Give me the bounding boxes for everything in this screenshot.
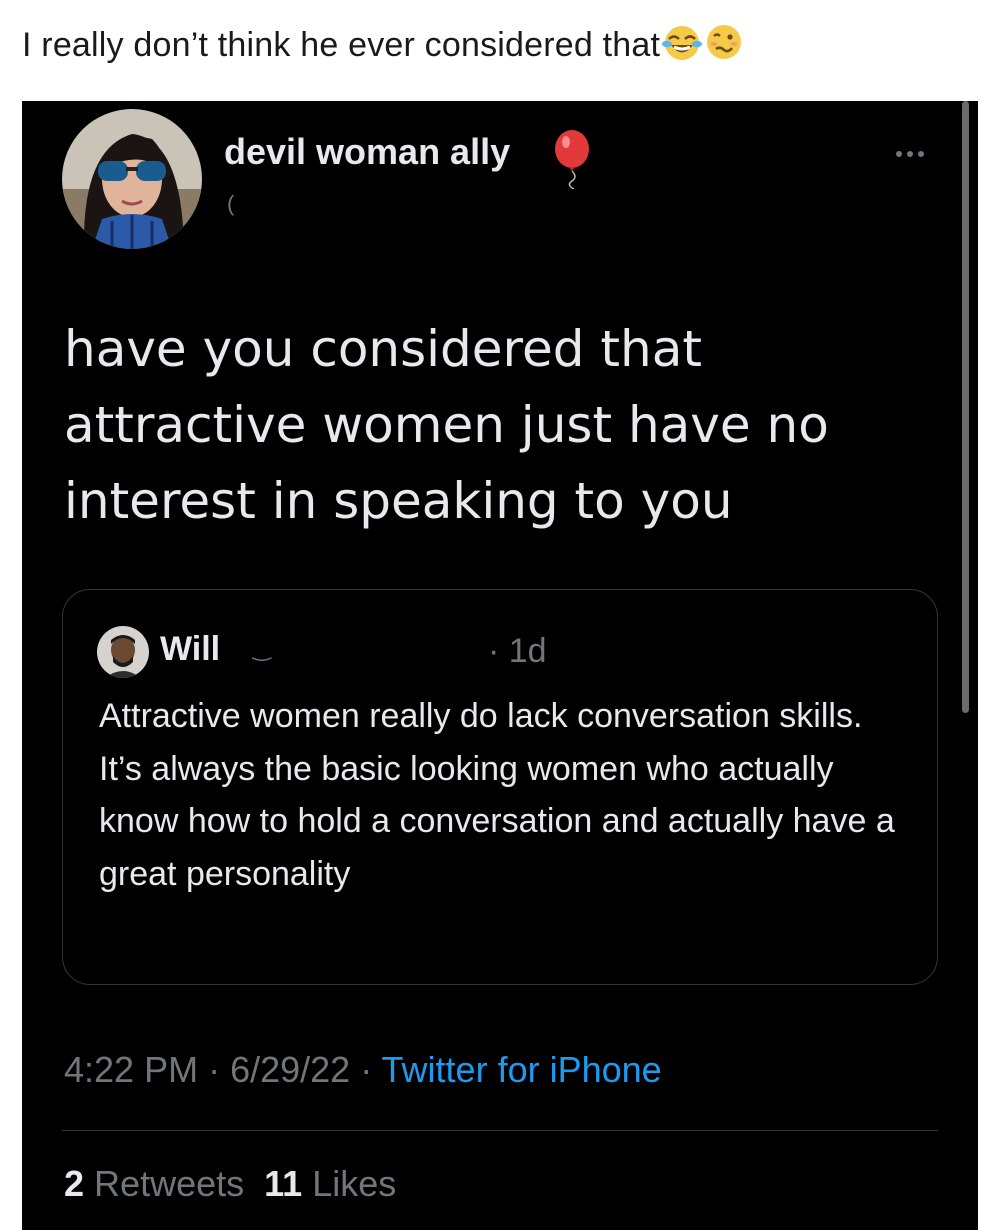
likes-stat[interactable]: 11 Likes xyxy=(264,1163,396,1204)
tweet-source-link[interactable]: Twitter for iPhone xyxy=(382,1049,662,1090)
tweet-text: have you considered that attractive wome… xyxy=(64,320,829,530)
avatar[interactable] xyxy=(62,109,202,249)
quoted-tweet-text: Attractive women really do lack conversa… xyxy=(99,697,895,893)
retweets-count: 2 xyxy=(64,1163,85,1204)
meta-separator: · xyxy=(198,1049,231,1090)
divider xyxy=(62,1130,938,1131)
tweet-time[interactable]: 4:22 PM xyxy=(64,1049,198,1090)
quoted-author-name[interactable]: Will xyxy=(160,630,220,669)
author-display-name[interactable]: devil woman ally xyxy=(224,131,510,173)
quoted-timestamp[interactable]: · 1d xyxy=(488,632,547,671)
tweet-screenshot: devil woman ally ( have you considered t… xyxy=(22,101,978,1230)
author-handle: ( xyxy=(227,191,235,216)
tweet-meta: 4:22 PM · 6/29/22 · Twitter for iPhone xyxy=(64,1049,662,1091)
caption-text: I really don’t think he ever considered … xyxy=(22,26,661,64)
likes-count: 11 xyxy=(264,1163,303,1204)
woozy-face-emoji xyxy=(704,22,744,74)
tears-of-joy-emoji xyxy=(662,22,703,74)
quoted-author-handle: ‿ xyxy=(253,636,271,661)
more-icon[interactable] xyxy=(896,151,936,163)
scrollbar[interactable] xyxy=(962,101,969,713)
retweets-label: Retweets xyxy=(94,1163,245,1204)
engagement-stats: 2 Retweets 11 Likes xyxy=(64,1163,396,1205)
likes-label: Likes xyxy=(312,1163,397,1204)
quoted-tweet[interactable]: Will ‿ · 1d Attractive women really do l… xyxy=(62,589,938,985)
balloon-icon xyxy=(550,129,594,194)
tweet-date[interactable]: 6/29/22 xyxy=(230,1049,350,1090)
caption: I really don’t think he ever considered … xyxy=(22,22,744,74)
retweets-stat[interactable]: 2 Retweets xyxy=(64,1163,244,1204)
quoted-avatar[interactable] xyxy=(97,626,149,678)
meta-separator: · xyxy=(350,1049,382,1090)
